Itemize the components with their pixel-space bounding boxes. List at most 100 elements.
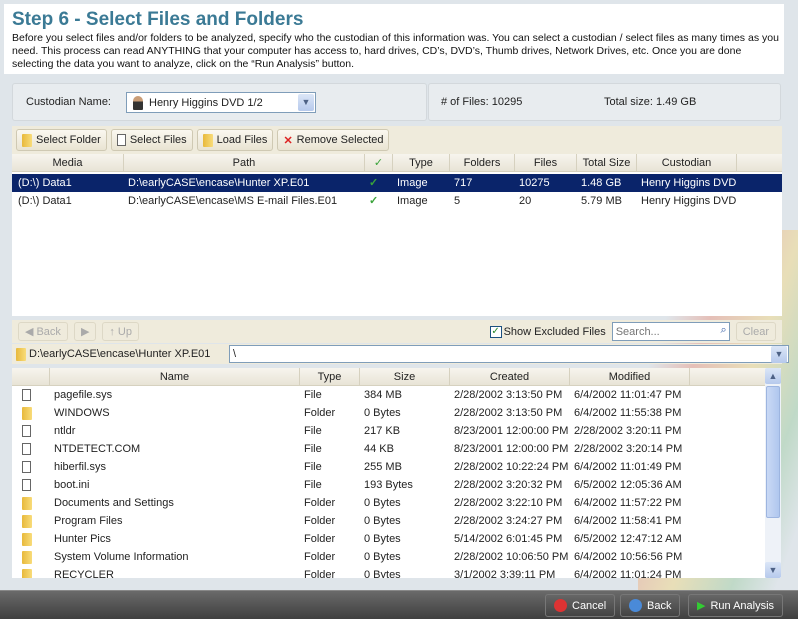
col-folders[interactable]: Folders: [450, 154, 515, 171]
up-button[interactable]: ↑ Up: [102, 322, 139, 341]
custodian-select[interactable]: Henry Higgins DVD 1/2 ▼: [126, 92, 316, 113]
file-row[interactable]: Program Files Folder 0 Bytes 2/28/2002 3:24…: [12, 512, 765, 530]
file-cell: 6/4/2002 11:57:22 PM: [574, 497, 682, 509]
folder-icon: [22, 532, 32, 546]
path-bar: D:\earlyCASE\encase\Hunter XP.E01 \ ▼: [12, 344, 789, 364]
file-cell: 6/4/2002 10:56:56 PM: [574, 551, 683, 563]
col-created[interactable]: Created: [450, 368, 570, 385]
file-cell: 217 KB: [364, 425, 401, 437]
file-cell: Hunter Pics: [54, 533, 111, 545]
file-cell: File: [304, 389, 322, 401]
file-cell: 2/28/2002 3:22:10 PM: [454, 497, 563, 509]
file-header: Name Type Size Created Modified: [12, 368, 765, 386]
file-row[interactable]: pagefile.sys File 384 MB 2/28/2002 3:13:50 …: [12, 386, 765, 404]
sources-grid: Media Path ✓ Type Folders Files Total Si…: [12, 154, 782, 316]
file-cell: 0 Bytes: [364, 533, 401, 545]
chevron-down-icon[interactable]: ▼: [298, 94, 314, 111]
summary-panel: # of Files: 10295 Total size: 1.49 GB: [428, 83, 781, 121]
source-cell: ✓: [369, 195, 379, 207]
chevron-down-icon[interactable]: ▼: [771, 346, 787, 363]
file-cell: 384 MB: [364, 389, 402, 401]
file-cell: 0 Bytes: [364, 515, 401, 527]
show-excluded-label[interactable]: Show Excluded Files: [504, 326, 606, 338]
file-row[interactable]: RECYCLER Folder 0 Bytes 3/1/2002 3:39:11 PM…: [12, 566, 765, 578]
file-row[interactable]: hiberfil.sys File 255 MB 2/28/2002 10:22:24…: [12, 458, 765, 476]
load-files-button[interactable]: Load Files: [196, 129, 274, 151]
file-row[interactable]: System Volume Information Folder 0 Bytes 2/…: [12, 548, 765, 566]
search-icon[interactable]: ⌕: [721, 324, 727, 337]
up-label: Up: [117, 325, 132, 338]
path-input[interactable]: \ ▼: [229, 345, 789, 363]
col-check[interactable]: ✓: [365, 154, 393, 171]
col-path[interactable]: Path: [124, 154, 365, 171]
person-icon: [133, 95, 143, 110]
source-cell: ✓: [369, 177, 379, 189]
file-row[interactable]: Hunter Pics Folder 0 Bytes 5/14/2002 6:01:4…: [12, 530, 765, 548]
source-cell: 20: [519, 195, 532, 207]
back-arrow-icon: [629, 599, 642, 612]
col-custodian[interactable]: Custodian: [637, 154, 737, 171]
source-toolbar: Select Folder Select Files Load Files ✕ R…: [12, 126, 782, 154]
col-size[interactable]: Size: [360, 368, 450, 385]
scroll-down-icon[interactable]: ▼: [765, 562, 781, 578]
close-icon: ✕: [283, 134, 293, 147]
file-row[interactable]: NTDETECT.COM File 44 KB 8/23/2001 12:00:00 …: [12, 440, 765, 458]
file-cell: hiberfil.sys: [54, 461, 106, 473]
folder-icon: [22, 550, 32, 564]
file-row[interactable]: WINDOWS Folder 0 Bytes 2/28/2002 3:13:50 PM…: [12, 404, 765, 422]
cancel-button[interactable]: Cancel: [545, 594, 616, 617]
up-arrow-icon: ↑: [109, 325, 115, 338]
run-analysis-button[interactable]: ▶ Run Analysis: [688, 594, 784, 617]
scroll-up-icon[interactable]: ▲: [765, 368, 781, 384]
icon-cell: [12, 476, 50, 494]
source-cell: Henry Higgins DVD 1/2: [641, 195, 737, 207]
source-cell: D:\earlyCASE\encase\MS E-mail Files.E01: [128, 195, 338, 207]
file-cell: 0 Bytes: [364, 569, 401, 578]
col-total-size[interactable]: Total Size: [577, 154, 637, 171]
search-input[interactable]: [612, 323, 709, 340]
file-cell: File: [304, 443, 322, 455]
file-cell: NTDETECT.COM: [54, 443, 141, 455]
load-icon: [202, 133, 213, 147]
folder-icon: [22, 514, 32, 528]
file-row[interactable]: ntldr File 217 KB 8/23/2001 12:00:00 PM 2/28…: [12, 422, 765, 440]
col-name[interactable]: Name: [50, 368, 300, 385]
file-icon: [22, 443, 31, 456]
source-row[interactable]: (D:\) Data1 D:\earlyCASE\encase\MS E-mail…: [12, 192, 782, 210]
back-nav-button[interactable]: ◀ Back: [18, 322, 68, 341]
folder-icon: [22, 568, 32, 578]
file-row[interactable]: Documents and Settings Folder 0 Bytes 2/28/…: [12, 494, 765, 512]
file-scrollbar[interactable]: ▲ ▼: [765, 368, 781, 578]
back-button[interactable]: Back: [620, 594, 681, 617]
file-row[interactable]: boot.ini File 193 Bytes 2/28/2002 3:20:32 P…: [12, 476, 765, 494]
remove-selected-button[interactable]: ✕ Remove Selected: [277, 129, 390, 151]
cancel-label: Cancel: [572, 599, 607, 612]
select-folder-button[interactable]: Select Folder: [16, 129, 107, 151]
file-cell: 2/28/2002 3:13:50 PM: [454, 407, 563, 419]
custodian-label: Custodian Name:: [26, 96, 111, 108]
col-files[interactable]: Files: [515, 154, 577, 171]
icon-cell: [12, 386, 50, 404]
folder-icon: [22, 496, 32, 510]
clear-button[interactable]: Clear: [735, 322, 776, 341]
disk-image-icon: [16, 347, 26, 361]
remove-selected-label: Remove Selected: [296, 134, 384, 146]
select-files-button[interactable]: Select Files: [110, 129, 193, 151]
col-type[interactable]: Type: [393, 154, 450, 171]
forward-nav-button[interactable]: ▶: [73, 322, 97, 341]
files-icon: [116, 134, 126, 146]
instructions: Before you select files and/or folders t…: [12, 32, 779, 70]
source-cell: Image: [397, 177, 428, 189]
col-type[interactable]: Type: [300, 368, 360, 385]
scroll-thumb[interactable]: [766, 386, 780, 518]
file-cell: Folder: [304, 551, 336, 563]
source-cell: D:\earlyCASE\encase\Hunter XP.E01: [128, 177, 310, 189]
file-icon: [22, 479, 31, 492]
file-cell: 6/5/2002 12:05:36 AM: [574, 479, 682, 491]
forward-icon: ▶: [80, 326, 90, 338]
source-row[interactable]: (D:\) Data1 D:\earlyCASE\encase\Hunter XP…: [12, 174, 782, 192]
col-media[interactable]: Media: [12, 154, 124, 171]
file-cell: System Volume Information: [54, 551, 189, 563]
show-excluded-checkbox[interactable]: ✓: [489, 325, 502, 338]
col-modified[interactable]: Modified: [570, 368, 690, 385]
